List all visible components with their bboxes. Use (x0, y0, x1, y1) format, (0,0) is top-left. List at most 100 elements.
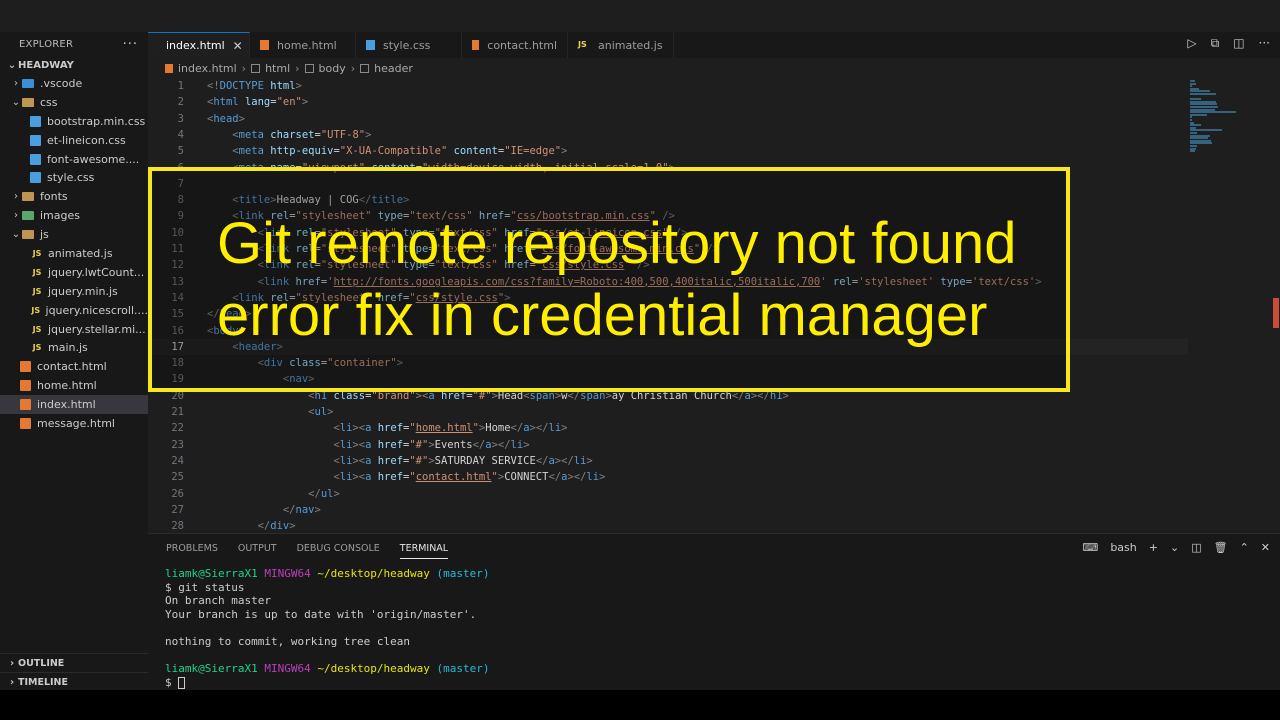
line-number: 24 (171, 454, 184, 467)
vscode-window: EXPLORER ··· ⌄ HEADWAY › .vscode ⌄ css boots… (0, 0, 1280, 720)
tree-item[interactable]: › .vscode (0, 74, 148, 93)
code-line[interactable]: 28 </div> (148, 518, 1188, 533)
overlay-line-2: error fix in credential manager (217, 283, 988, 348)
tree-item[interactable]: index.html (0, 395, 148, 415)
panel-tab-debug-console[interactable]: DEBUG CONSOLE (297, 543, 380, 554)
tab-style-css[interactable]: style.css (356, 32, 462, 58)
breadcrumb-item[interactable]: index.html (178, 62, 237, 75)
tree-item[interactable]: style.css (0, 168, 148, 187)
tab-animated-js[interactable]: JS animated.js (568, 32, 674, 58)
tree-item-label: home.html (37, 379, 97, 393)
panel-tab-problems[interactable]: PROBLEMS (166, 543, 218, 554)
minimap[interactable] (1188, 78, 1272, 533)
code-line[interactable]: 26 </ul> (148, 486, 1188, 502)
tree-item[interactable]: bootstrap.min.css (0, 112, 148, 131)
breadcrumb-item[interactable]: header (374, 62, 413, 75)
split-terminal-icon[interactable]: ◫ (1191, 541, 1201, 554)
code-line[interactable]: 1 <!DOCTYPE html> (148, 78, 1188, 94)
tree-item[interactable]: JS jquery.lwtCount... (0, 263, 148, 282)
tree-item[interactable]: › images (0, 206, 148, 225)
new-terminal-icon[interactable]: + (1149, 541, 1158, 554)
tree-item-label: index.html (37, 398, 96, 412)
more-actions-icon[interactable]: ··· (123, 37, 138, 52)
timeline-section[interactable]: › TIMELINE (0, 672, 148, 691)
line-text: <li><a href="contact.html">CONNECT</a></… (333, 471, 606, 484)
more-actions-icon[interactable]: ··· (1259, 36, 1270, 51)
breadcrumb-item[interactable]: body (319, 62, 346, 75)
split-editor-icon[interactable]: ◫ (1233, 36, 1244, 51)
tree-item[interactable]: JS jquery.nicescroll.... (0, 301, 148, 320)
chevron-down-icon: ⌄ (7, 59, 17, 71)
title-overlay-text: Git remote repository not found error fi… (217, 208, 1067, 352)
line-number: 28 (171, 520, 184, 533)
tree-item-label: js (40, 228, 49, 242)
html-file-icon (472, 40, 480, 50)
line-text: <meta http-equiv="X-UA-Compatible" conte… (232, 145, 568, 158)
outline-section[interactable]: › OUTLINE (0, 653, 148, 672)
explorer-title: EXPLORER (19, 38, 74, 50)
code-line[interactable]: 24 <li><a href="#">SATURDAY SERVICE</a><… (148, 453, 1188, 469)
tree-item[interactable]: › fonts (0, 187, 148, 206)
tree-item-label: et-lineicon.css (47, 133, 126, 147)
terminal-command: $ git status (165, 580, 245, 594)
tree-item[interactable]: ⌄ js (0, 225, 148, 244)
shell-name[interactable]: bash (1110, 541, 1136, 554)
code-line[interactable]: 23 <li><a href="#">Events</a></li> (148, 437, 1188, 453)
tree-item[interactable]: font-awesome.... (0, 150, 148, 169)
tree-item[interactable]: et-lineicon.css (0, 131, 148, 150)
trash-icon[interactable]: 🗑 (1214, 541, 1228, 554)
tab-label: index.html (166, 39, 225, 52)
line-number: 26 (171, 487, 184, 500)
panel-tab-terminal[interactable]: TERMINAL (399, 543, 449, 559)
code-line[interactable]: 2 <html lang="en"> (148, 94, 1188, 110)
chevron-down-icon: ⌄ (11, 229, 21, 241)
folder-vscode-icon (22, 78, 34, 88)
code-line[interactable]: 27 </nav> (148, 502, 1188, 518)
tab-label: contact.html (487, 38, 557, 52)
minimap-line (1190, 93, 1216, 95)
close-panel-icon[interactable]: ✕ (1261, 541, 1270, 554)
panel-actions: ⌨ bash + ⌄ ◫ 🗑 ⌃ ✕ (1082, 541, 1270, 554)
line-number: 2 (177, 96, 184, 109)
tree-item[interactable]: JS jquery.stellar.mi... (0, 320, 148, 339)
folder-css-icon (22, 97, 34, 107)
code-line[interactable]: 3 <head> (148, 111, 1188, 127)
tree-item-label: jquery.stellar.mi... (48, 322, 146, 336)
compare-icon[interactable]: ⧉ (1211, 36, 1220, 51)
tab-home-html[interactable]: home.html (250, 32, 356, 58)
breadcrumb-item[interactable]: html (265, 62, 290, 75)
tree-item[interactable]: JS animated.js (0, 244, 148, 263)
chevron-down-icon[interactable]: ⌄ (1170, 541, 1179, 554)
tree-item[interactable]: JS jquery.min.js (0, 282, 148, 301)
code-line[interactable]: 21 <ul> (148, 404, 1188, 420)
workspace-name: HEADWAY (18, 59, 74, 71)
chevron-right-icon: › (241, 61, 247, 75)
line-text: <li><a href="home.html">Home</a></li> (333, 422, 568, 435)
panel-tab-output[interactable]: OUTPUT (238, 543, 277, 554)
tree-item[interactable]: ⌄ css (0, 93, 148, 112)
terminal-output[interactable]: liamk@SierraX1 MINGW64 ~/desktop/headway… (165, 567, 490, 689)
tab-contact-html[interactable]: contact.html (462, 32, 568, 58)
code-line[interactable]: 5 <meta http-equiv="X-UA-Compatible" con… (148, 143, 1188, 159)
minimap-line (1190, 150, 1195, 153)
css-file-icon (30, 134, 41, 146)
tree-item[interactable]: JS main.js (0, 338, 148, 357)
terminal-cursor[interactable] (178, 676, 186, 689)
tree-item-label: font-awesome.... (47, 152, 140, 166)
close-icon[interactable]: ✕ (233, 39, 243, 53)
js-file-icon: JS (32, 248, 42, 258)
code-line[interactable]: 4 <meta charset="UTF-8"> (148, 127, 1188, 143)
code-line[interactable]: 25 <li><a href="contact.html">CONNECT</a… (148, 469, 1188, 485)
editor-scrollbar[interactable] (1272, 78, 1280, 533)
run-icon[interactable]: ▷ (1187, 36, 1196, 51)
tree-item[interactable]: contact.html (0, 357, 148, 376)
tree-item[interactable]: home.html (0, 376, 148, 395)
tab-index-html[interactable]: index.html ✕ (148, 32, 250, 58)
line-text: </ul> (308, 487, 340, 500)
workspace-root[interactable]: ⌄ HEADWAY (0, 56, 148, 74)
code-line[interactable]: 22 <li><a href="home.html">Home</a></li> (148, 420, 1188, 436)
chevron-down-icon: ⌄ (11, 96, 21, 108)
tree-item[interactable]: message.html (0, 414, 148, 433)
scroll-error-marker (1273, 298, 1279, 328)
maximize-panel-icon[interactable]: ⌃ (1240, 541, 1249, 554)
